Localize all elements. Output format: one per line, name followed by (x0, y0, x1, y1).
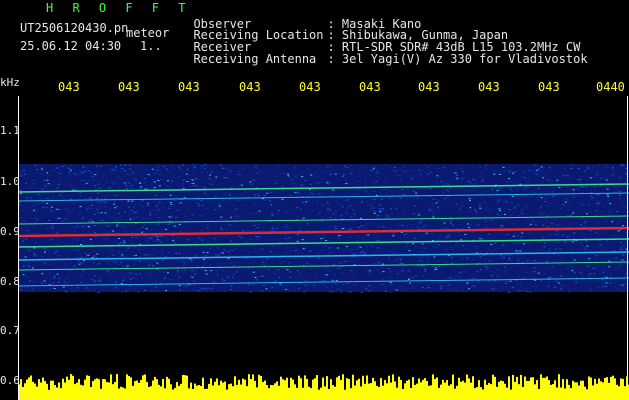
datetime-suffix: 1.. (140, 39, 162, 53)
plot-right-border (627, 96, 628, 400)
info-value: : 3el Yagi(V) Az 330 for Vladivostok (327, 52, 588, 66)
freq-tick: 1.1 (0, 124, 20, 137)
freq-tick: 0.6 (0, 374, 20, 387)
image-filename: UT2506120430.pn (20, 21, 129, 35)
time-tick: 043 (418, 80, 440, 94)
time-tick: 043 (478, 80, 500, 94)
time-tick: 043 (239, 80, 261, 94)
app-brand-title: H R O F F T (46, 1, 192, 15)
time-tick: 043 (538, 80, 560, 94)
time-tick: 043 (299, 80, 321, 94)
freq-tick: 1.0 (0, 175, 20, 188)
freq-tick: 0.9 (0, 225, 20, 238)
info-row-antenna: Receiving Antenna : 3el Yagi(V) Az 330 fo… (179, 41, 588, 66)
time-tick: 043 (359, 80, 381, 94)
frequency-unit-label: kHz (0, 76, 20, 89)
plot-left-border (18, 96, 19, 400)
image-type-label: meteor (126, 26, 170, 40)
time-tick: 043 (118, 80, 140, 94)
time-tick: 043 (58, 80, 80, 94)
amplitude-bar (18, 374, 629, 400)
freq-tick: 0.8 (0, 275, 20, 288)
freq-tick: 0.7 (0, 324, 20, 337)
capture-datetime: 25.06.12 04:30 (20, 39, 122, 53)
time-tick: 043 (178, 80, 200, 94)
spectrogram-canvas (18, 164, 629, 400)
spectrogram-plot (18, 96, 629, 400)
info-label: Receiving Antenna (193, 52, 317, 66)
time-tick: 0440 (596, 80, 625, 94)
